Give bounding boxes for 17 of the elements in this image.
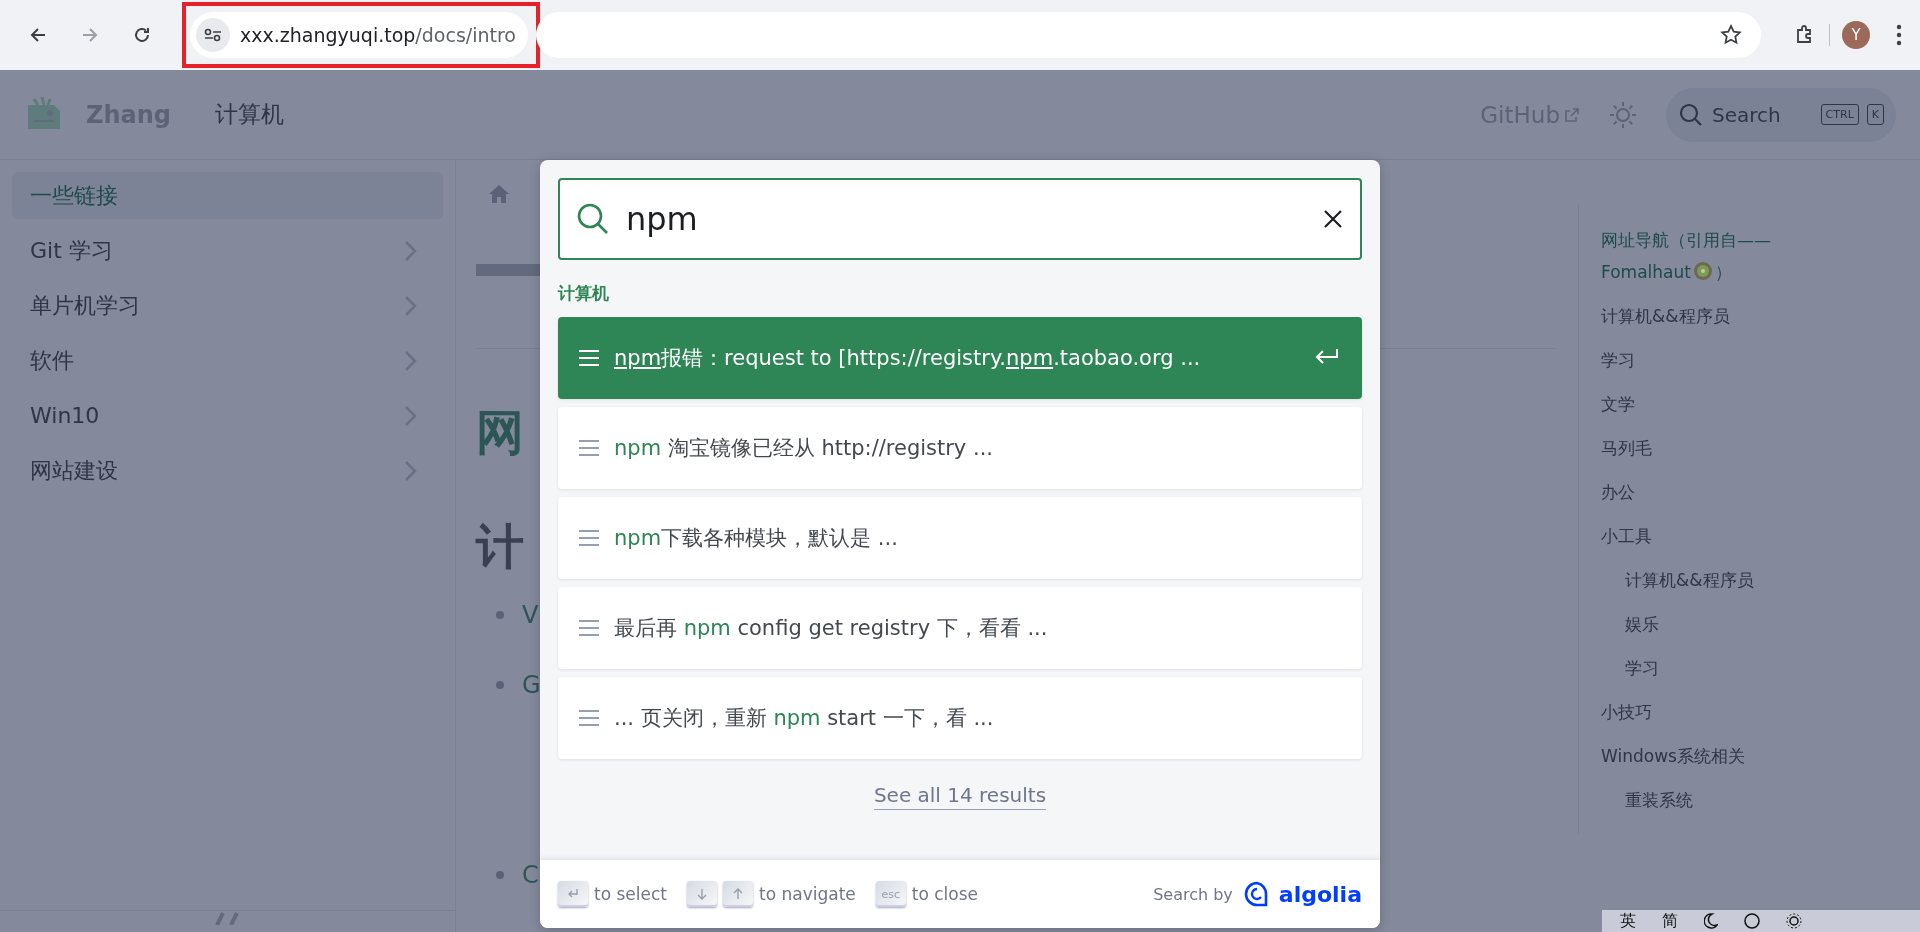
result-title: npm 淘宝镜像已经从 http://registry ... — [614, 435, 994, 462]
key-hint: to close — [911, 884, 979, 904]
result-title: ... 页关闭，重新 npm start 一下，看 ... — [614, 705, 995, 732]
section-heading: 计 — [476, 517, 524, 576]
esc-key: esc — [875, 881, 906, 907]
key-hint: to select — [594, 884, 667, 904]
result-title: npm报错：request to [https://registry.npm.taobao.org ... — [614, 345, 1202, 372]
shortcut-key: K — [1866, 104, 1884, 125]
key-hint: to navigate — [759, 884, 856, 904]
result-title: 最后再 npm config get registry 下，看看 ... — [614, 615, 1049, 642]
result-title: npm下载各种模块，默认是 ... — [614, 525, 899, 552]
url-text: xxx.zhangyuqi.top/docs/intro — [240, 24, 516, 46]
results-section-title: 计算机 — [558, 282, 610, 305]
page-heading: 网 — [476, 403, 524, 462]
search-by-label: Search by — [1153, 884, 1233, 904]
shortcut-key: CTRL — [1820, 104, 1859, 125]
search-placeholder: Search — [1712, 102, 1782, 127]
